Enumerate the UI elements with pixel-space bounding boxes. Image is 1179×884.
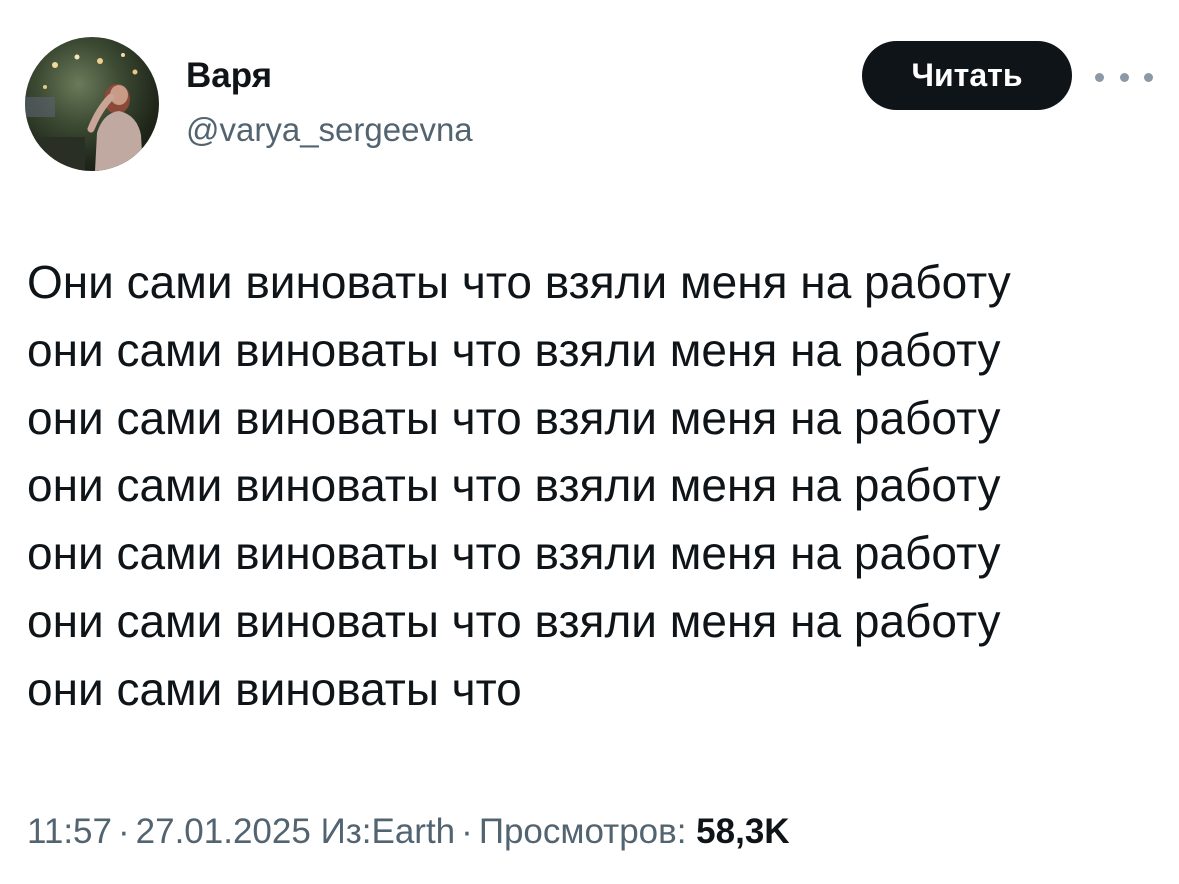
- avatar-photo: [25, 53, 143, 171]
- tweet-date[interactable]: 27.01.2025: [136, 812, 311, 851]
- meta-separator: ·: [118, 812, 130, 851]
- author-display-name[interactable]: Варя: [186, 54, 272, 98]
- meta-separator: ·: [461, 812, 473, 851]
- tweet-text: Они сами виноваты что взяли меня на рабо…: [27, 249, 1152, 724]
- author-handle[interactable]: @varya_sergeevna: [186, 108, 473, 152]
- more-options-icon[interactable]: [1095, 62, 1153, 92]
- more-dot: [1144, 72, 1153, 82]
- tweet-text-line: они сами виноваты что взяли меня на рабо…: [27, 391, 1001, 444]
- tweet-text-line: они сами виноваты что взяли меня на рабо…: [27, 459, 1001, 512]
- follow-button[interactable]: Читать: [862, 41, 1072, 110]
- tweet-text-line: они сами виноваты что взяли меня на рабо…: [27, 594, 1001, 647]
- more-dot: [1119, 72, 1129, 82]
- views-label: Просмотров:: [478, 812, 687, 851]
- tweet-text-line: они сами виноваты что взяли меня на рабо…: [27, 527, 1001, 580]
- tweet-text-line: они сами виноваты что взяли меня на рабо…: [27, 323, 1001, 376]
- tweet-source: Из:Earth: [320, 812, 456, 851]
- avatar[interactable]: [25, 37, 159, 171]
- views-count: 58,3K: [696, 812, 790, 851]
- tweet-card: Варя @varya_sergeevna Читать Они сами ви…: [0, 0, 1179, 884]
- tweet-time[interactable]: 11:57: [27, 812, 112, 851]
- tweet-text-line: они сами виноваты что: [27, 662, 522, 715]
- tweet-meta: 11:57 · 27.01.2025 Из:Earth · Просмотров: 58…: [27, 807, 790, 857]
- tweet-text-line: Они сами виноваты что взяли меня на рабо…: [27, 256, 1011, 308]
- more-dot: [1095, 72, 1104, 82]
